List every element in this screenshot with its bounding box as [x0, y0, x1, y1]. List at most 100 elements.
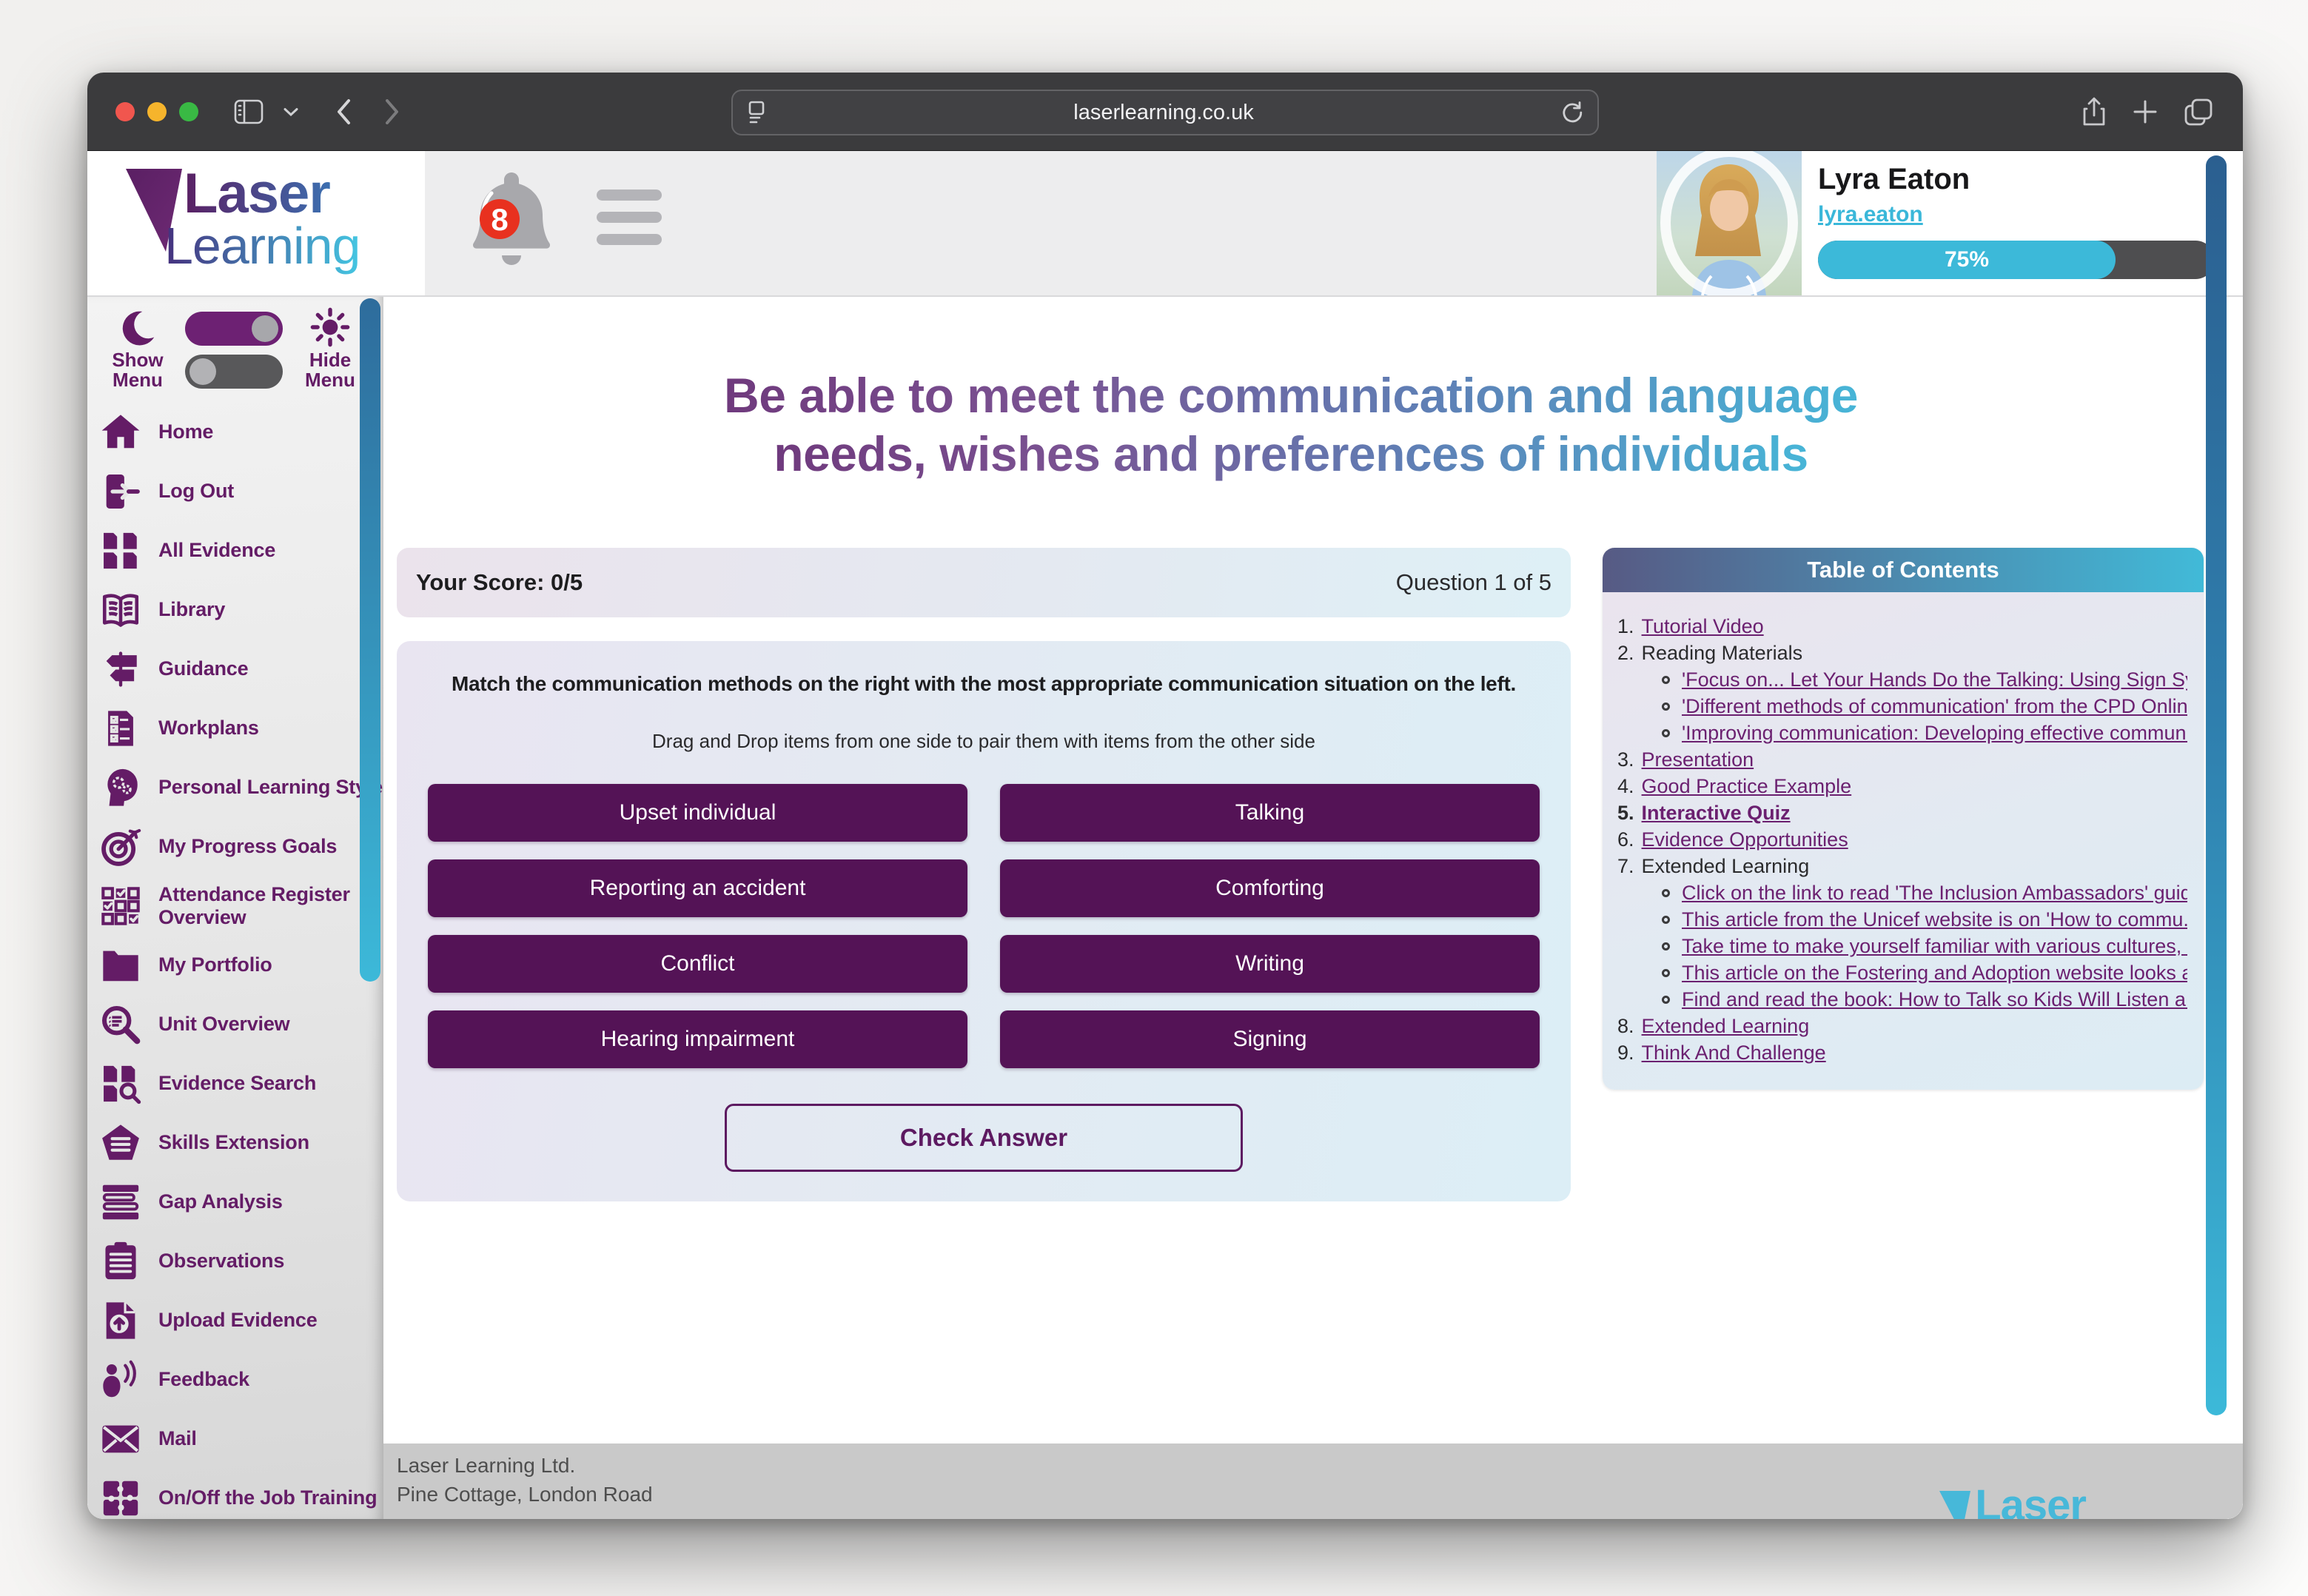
sidebar-item-my-progress-goals[interactable]: My Progress Goals: [87, 817, 383, 876]
toc-item-extended-learning[interactable]: 8.Extended Learning: [1617, 1013, 2187, 1039]
sidebar-item-gap-analysis[interactable]: Gap Analysis: [87, 1173, 383, 1232]
sidebar-item-feedback[interactable]: Feedback: [87, 1350, 383, 1409]
bullet-icon: [1662, 916, 1670, 924]
toc-item-presentation[interactable]: 3.Presentation: [1617, 746, 2187, 773]
quiz-subinstruction: Drag and Drop items from one side to pai…: [419, 730, 1549, 753]
quiz-method-pill[interactable]: Signing: [1000, 1010, 1540, 1068]
observations-icon: [99, 1240, 142, 1283]
page-title-line1: Be able to meet the communication and la…: [724, 366, 1858, 425]
toc-subitem[interactable]: 'Focus on... Let Your Hands Do the Talki…: [1662, 666, 2187, 693]
avatar[interactable]: [1657, 151, 1802, 295]
toc-item-good-practice-example[interactable]: 4.Good Practice Example: [1617, 773, 2187, 799]
sidebar-item-observations[interactable]: Observations: [87, 1232, 383, 1291]
maximize-window-button[interactable]: [179, 102, 198, 121]
sidebar-item-my-portfolio[interactable]: My Portfolio: [87, 936, 383, 995]
site-header: Laser Learning 8: [87, 151, 2243, 297]
sidebar-item-mail[interactable]: Mail: [87, 1409, 383, 1469]
quiz-method-pill[interactable]: Writing: [1000, 935, 1540, 993]
url-text[interactable]: laserlearning.co.uk: [767, 101, 1560, 125]
quiz-method-pill[interactable]: Comforting: [1000, 859, 1540, 917]
quiz-situation-pill[interactable]: Reporting an accident: [428, 859, 967, 917]
user-profile-link[interactable]: lyra.eaton: [1818, 202, 1923, 227]
toc-item-interactive-quiz[interactable]: 5.Interactive Quiz: [1617, 799, 2187, 826]
toc-subitem[interactable]: Find and read the book: How to Talk so K…: [1662, 986, 2187, 1013]
portfolio-icon: [99, 944, 142, 987]
sidebar-item-label: My Progress Goals: [158, 835, 383, 857]
check-answer-button[interactable]: Check Answer: [725, 1104, 1243, 1172]
quiz-section: Your Score: 0/5 Question 1 of 5 Match th…: [397, 548, 1571, 1201]
sidebar-item-skills-extension[interactable]: Skills Extension: [87, 1113, 383, 1173]
sidebar-item-evidence-search[interactable]: Evidence Search: [87, 1054, 383, 1113]
quiz-situation-pill[interactable]: Conflict: [428, 935, 967, 993]
all-evidence-icon: [99, 529, 142, 572]
quiz-method-pill[interactable]: Talking: [1000, 784, 1540, 842]
footer-logo-text: Laser: [1975, 1491, 2086, 1519]
sidebar-item-on-off-the-job-training[interactable]: On/Off the Job Training: [87, 1469, 383, 1519]
guidance-icon: [99, 648, 142, 691]
sidebar-item-home[interactable]: Home: [87, 403, 383, 462]
sidebar-item-upload-evidence[interactable]: Upload Evidence: [87, 1291, 383, 1350]
toc-item-evidence-opportunities[interactable]: 6.Evidence Opportunities: [1617, 826, 2187, 853]
tabs-overview-icon[interactable]: [2184, 98, 2213, 126]
sidebar-item-unit-overview[interactable]: Unit Overview: [87, 995, 383, 1054]
menu-controls: Show Menu Hide Menu: [87, 297, 383, 391]
progress-bar: 75%: [1818, 241, 2215, 279]
close-window-button[interactable]: [115, 102, 135, 121]
toc-item-tutorial-video[interactable]: 1.Tutorial Video: [1617, 613, 2187, 640]
sidebar-scrollbar-thumb[interactable]: [360, 298, 380, 982]
toc-list: 1.Tutorial Video2.Reading Materials'Focu…: [1603, 592, 2204, 1090]
sidebar-item-personal-learning-style[interactable]: Personal Learning Style: [87, 758, 383, 817]
hide-menu-toggle[interactable]: [185, 355, 283, 389]
page-settings-icon[interactable]: [746, 100, 767, 125]
sidebar-item-workplans[interactable]: Workplans: [87, 699, 383, 758]
toc-subitem[interactable]: 'Different methods of communication' fro…: [1662, 693, 2187, 720]
toc-item-think-and-challenge[interactable]: 9.Think And Challenge: [1617, 1039, 2187, 1066]
logout-icon: [99, 470, 142, 513]
bullet-icon: [1662, 729, 1670, 737]
hide-menu-label: Hide Menu: [295, 350, 366, 391]
sidebar-item-guidance[interactable]: Guidance: [87, 640, 383, 699]
reload-icon[interactable]: [1560, 100, 1584, 125]
sidebar-item-library[interactable]: Library: [87, 580, 383, 640]
hamburger-menu-icon[interactable]: [597, 190, 662, 245]
toc-subitem[interactable]: This article on the Fostering and Adopti…: [1662, 959, 2187, 986]
sidebar-item-label: Guidance: [158, 657, 383, 680]
sidebar-panel-icon[interactable]: [234, 99, 264, 124]
quiz-situation-pill[interactable]: Upset individual: [428, 784, 967, 842]
bullet-icon: [1662, 703, 1670, 711]
share-icon[interactable]: [2081, 96, 2107, 127]
show-menu-toggle[interactable]: [185, 312, 283, 346]
sidebar-item-all-evidence[interactable]: All Evidence: [87, 521, 383, 580]
minimize-window-button[interactable]: [147, 102, 167, 121]
learning-style-icon: [99, 766, 142, 809]
quiz-situation-pill[interactable]: Hearing impairment: [428, 1010, 967, 1068]
toc-subitem[interactable]: Take time to make yourself familiar with…: [1662, 933, 2187, 959]
bell-icon: 8: [466, 167, 557, 278]
toc-header: Table of Contents: [1603, 548, 2204, 592]
forward-icon[interactable]: [383, 98, 401, 126]
sidebar-item-label: Evidence Search: [158, 1072, 383, 1094]
quiz-card: Match the communication methods on the r…: [397, 641, 1571, 1201]
quiz-question-counter: Question 1 of 5: [1396, 569, 1551, 596]
evidence-search-icon: [99, 1062, 142, 1105]
toc-subitem[interactable]: 'Improving communication: Developing eff…: [1662, 720, 2187, 746]
notifications-button[interactable]: 8: [466, 167, 557, 278]
upload-evidence-icon: [99, 1299, 142, 1342]
workplans-icon: [99, 707, 142, 750]
sidebar-item-label: On/Off the Job Training: [158, 1486, 383, 1509]
sidebar-item-attendance-register-overview[interactable]: Attendance Register Overview: [87, 876, 383, 936]
toc-subitem[interactable]: Click on the link to read 'The Inclusion…: [1662, 879, 2187, 906]
sun-icon: [310, 307, 350, 347]
page-scrollbar-thumb[interactable]: [2206, 155, 2227, 1415]
address-bar[interactable]: laserlearning.co.uk: [731, 90, 1599, 135]
user-name: Lyra Eaton: [1818, 163, 2218, 196]
chevron-down-icon[interactable]: [283, 107, 299, 117]
bullet-icon: [1662, 969, 1670, 977]
new-tab-icon[interactable]: [2132, 98, 2158, 125]
sidebar-item-log-out[interactable]: Log Out: [87, 462, 383, 521]
toc-subitem[interactable]: This article from the Unicef website is …: [1662, 906, 2187, 933]
browser-window: laserlearning.co.uk: [87, 73, 2243, 1519]
back-icon[interactable]: [335, 98, 352, 126]
laser-learning-logo[interactable]: Laser Learning: [126, 167, 407, 280]
sidebar-item-label: Observations: [158, 1250, 383, 1272]
